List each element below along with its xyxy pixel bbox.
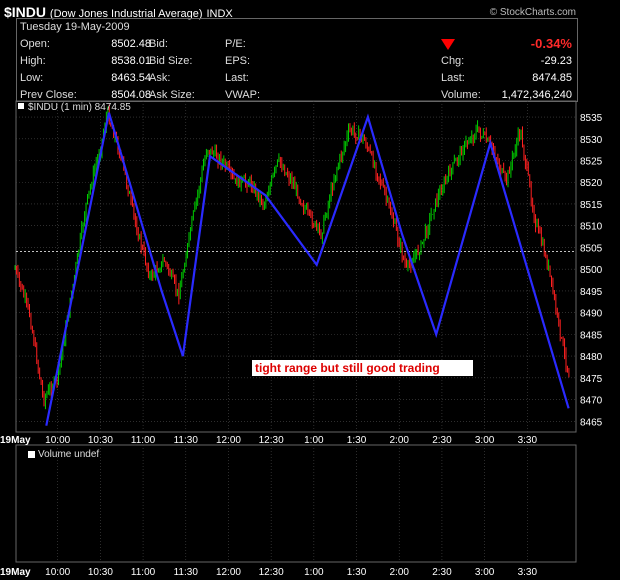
x-tick-label: 19May xyxy=(0,435,31,446)
x-tick-label: 10:00 xyxy=(45,567,70,578)
x-tick-label: 12:00 xyxy=(216,435,241,446)
volume-legend-label: Volume undef xyxy=(38,449,100,460)
y-tick-label: 8490 xyxy=(580,309,603,320)
x-tick-label: 3:00 xyxy=(475,435,495,446)
x-tick-label: 2:00 xyxy=(389,567,409,578)
x-tick-label: 1:00 xyxy=(304,435,324,446)
x-tick-label: 11:00 xyxy=(131,435,156,446)
x-tick-label: 11:30 xyxy=(174,567,199,578)
volume-legend: Volume undef xyxy=(28,449,99,460)
y-tick-label: 8525 xyxy=(580,157,603,168)
x-tick-label: 2:30 xyxy=(432,435,452,446)
y-tick-label: 8485 xyxy=(580,330,603,341)
x-tick-label: 2:30 xyxy=(432,567,452,578)
x-tick-label: 10:30 xyxy=(88,435,113,446)
x-tick-label: 1:30 xyxy=(347,435,367,446)
x-tick-label: 10:00 xyxy=(45,435,70,446)
y-tick-label: 8515 xyxy=(580,200,603,211)
volume-panel-frame xyxy=(15,444,577,563)
x-tick-label: 3:30 xyxy=(518,567,538,578)
y-tick-label: 8510 xyxy=(580,222,603,233)
y-tick-label: 8505 xyxy=(580,243,603,254)
y-tick-label: 8470 xyxy=(580,396,603,407)
y-tick-label: 8535 xyxy=(580,113,603,124)
y-tick-label: 8475 xyxy=(580,374,603,385)
x-tick-label: 11:00 xyxy=(131,567,156,578)
x-tick-label: 3:00 xyxy=(475,567,495,578)
x-tick-label: 12:30 xyxy=(259,567,284,578)
x-tick-label: 19May xyxy=(0,567,31,578)
price-chart: 8465 8470 8475 8480 8485 8490 8495 8500 8505 8510… xyxy=(0,100,603,578)
x-tick-label: 12:00 xyxy=(216,567,241,578)
y-tick-label: 8530 xyxy=(580,135,603,146)
price-legend: $INDU (1 min) 8474.85 xyxy=(28,102,131,113)
x-tick-label: 12:30 xyxy=(259,435,284,446)
x-tick-label: 2:00 xyxy=(389,435,409,446)
x-tick-label: 1:00 xyxy=(304,567,324,578)
legend-swatch xyxy=(18,103,24,109)
x-tick-label: 1:30 xyxy=(347,567,367,578)
x-tick-label: 11:30 xyxy=(174,435,199,446)
y-tick-label: 8480 xyxy=(580,352,603,363)
y-tick-label: 8465 xyxy=(580,417,603,428)
y-tick-label: 8500 xyxy=(580,265,603,276)
x-tick-label: 3:30 xyxy=(518,435,538,446)
x-tick-label: 10:30 xyxy=(88,567,113,578)
y-tick-label: 8495 xyxy=(580,287,603,298)
annotation-label: tight range but still good trading xyxy=(252,360,473,376)
y-tick-label: 8520 xyxy=(580,178,603,189)
volume-legend-swatch xyxy=(28,450,35,458)
